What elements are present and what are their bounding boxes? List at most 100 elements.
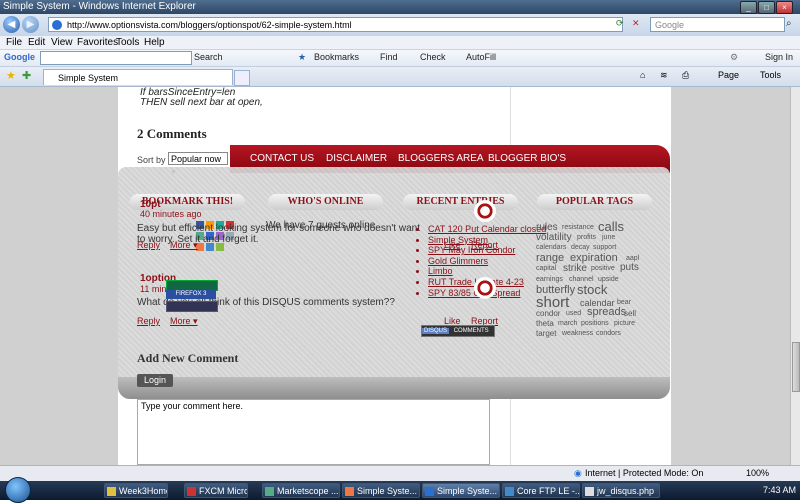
tab-simple-system[interactable]: Simple System — [43, 69, 233, 85]
recent-entry-4[interactable]: Gold Glimmers — [428, 256, 546, 267]
tag-used[interactable]: used — [566, 310, 581, 317]
taskbar-item-4-label: Simple Syste... — [357, 486, 418, 496]
star-icon[interactable]: ★ — [298, 52, 306, 63]
tag-march[interactable]: march — [558, 320, 577, 327]
add-favorite-icon[interactable]: ✚ — [22, 69, 31, 82]
tag-earnings[interactable]: earnings — [536, 276, 563, 283]
tag-spreads[interactable]: spreads — [587, 306, 626, 318]
zoom-level[interactable]: 100% — [746, 468, 769, 478]
firefox-badge[interactable]: FIREFOX 3 — [166, 290, 216, 299]
nav-blogger-bios[interactable]: BLOGGER BIO'S — [488, 153, 566, 164]
search-box[interactable]: Google — [650, 17, 785, 32]
tag-picture[interactable]: picture — [614, 320, 635, 327]
taskbar-item-7[interactable]: jw_disqus.php — [582, 483, 660, 498]
nav-contact-us[interactable]: CONTACT US — [250, 153, 314, 164]
comment-1-reply[interactable]: Reply — [137, 240, 160, 250]
vertical-scrollbar[interactable] — [790, 87, 800, 465]
signin-button[interactable]: Sign In — [765, 52, 793, 62]
menu-help[interactable]: Help — [144, 37, 165, 48]
sort-select[interactable]: Popular now ▾ — [168, 152, 228, 177]
find-button[interactable]: Find — [380, 52, 398, 62]
refresh-icon[interactable]: ⟳ — [616, 18, 624, 29]
tag-weakness[interactable]: weakness — [562, 330, 593, 337]
tag-bear[interactable]: bear — [617, 299, 631, 306]
menu-favorites[interactable]: Favorites — [77, 37, 118, 48]
page-menu[interactable]: Page — [718, 70, 739, 80]
bookmarks-button[interactable]: Bookmarks — [314, 52, 359, 62]
feeds-icon[interactable]: ≋ — [660, 70, 668, 81]
ie-icon — [425, 487, 434, 496]
reaction-icon-2[interactable] — [474, 277, 496, 299]
tag-sell[interactable]: sell — [624, 309, 636, 318]
report-link-1[interactable]: Report — [471, 240, 498, 250]
like-link-1[interactable]: Like — [444, 240, 461, 250]
back-button[interactable]: ◀ — [3, 16, 20, 33]
tag-volatility[interactable]: volatility — [536, 232, 572, 243]
comment-textarea[interactable]: Type your comment here. — [137, 399, 490, 465]
tag-decay[interactable]: decay — [571, 244, 590, 251]
taskbar-item-1[interactable]: Week3Home... — [104, 483, 168, 498]
tag-june[interactable]: june — [602, 234, 615, 241]
comment-1-more[interactable]: More ▾ — [170, 240, 198, 251]
tag-positions[interactable]: positions — [581, 320, 609, 327]
tag-theta[interactable]: theta — [536, 319, 554, 328]
comments-heading: 2 Comments — [137, 126, 207, 141]
nav-disclaimer[interactable]: DISCLAIMER — [326, 153, 387, 164]
tag-condor[interactable]: condor — [536, 309, 560, 318]
login-button[interactable]: Login — [137, 374, 173, 387]
disqus-badge[interactable]: DISQUS COMMENTS — [421, 325, 495, 337]
tag-resistance[interactable]: resistance — [562, 224, 594, 231]
tag-aapl[interactable]: aapl — [626, 255, 639, 262]
menu-tools[interactable]: Tools — [116, 37, 139, 48]
tag-capital[interactable]: capital — [536, 265, 556, 272]
home-icon[interactable]: ⌂ — [640, 70, 645, 80]
recent-entry-5[interactable]: Limbo — [428, 266, 546, 277]
minimize-button[interactable]: _ — [740, 1, 757, 14]
wrench-icon[interactable]: ⚙ — [730, 52, 738, 63]
start-button[interactable] — [5, 477, 31, 503]
address-bar[interactable]: http://www.optionsvista.com/bloggers/opt… — [48, 17, 623, 32]
nav-bloggers-area[interactable]: BLOGGERS AREA — [398, 153, 484, 164]
maximize-button[interactable]: □ — [758, 1, 775, 14]
taskbar-item-6[interactable]: Core FTP LE -... — [502, 483, 580, 498]
tag-support[interactable]: support — [593, 244, 616, 251]
tag-stock[interactable]: stock — [577, 282, 607, 297]
taskbar-item-2[interactable]: FXCM Micro ... — [184, 483, 248, 498]
autofill-button[interactable]: AutoFill — [466, 52, 496, 62]
print-icon[interactable]: ⎙ — [682, 70, 689, 81]
taskbar-item-3[interactable]: Marketscope ... — [262, 483, 340, 498]
tag-positive[interactable]: positive — [591, 265, 615, 272]
taskbar-item-4[interactable]: Simple Syste... — [342, 483, 420, 498]
tag-target[interactable]: target — [536, 329, 556, 338]
close-window-button[interactable]: × — [776, 1, 793, 14]
new-tab-button[interactable] — [234, 70, 250, 86]
reaction-icon-1[interactable] — [474, 200, 496, 222]
google-search-button[interactable]: Search — [194, 52, 223, 62]
tag-puts[interactable]: puts — [620, 262, 639, 273]
tag-range[interactable]: range — [536, 252, 564, 264]
google-search-input[interactable] — [40, 51, 192, 65]
forward-button[interactable]: ▶ — [22, 16, 39, 33]
comment-2-reply[interactable]: Reply — [137, 316, 160, 326]
recent-entry-1[interactable]: CAT 120 Put Calendar closed — [428, 224, 546, 235]
tag-profits[interactable]: profits — [577, 234, 596, 241]
tools-menu[interactable]: Tools — [760, 70, 781, 80]
tag-calendars[interactable]: calendars — [536, 244, 566, 251]
favorites-star-icon[interactable]: ★ — [6, 69, 16, 82]
document-icon — [585, 487, 594, 496]
search-icon[interactable]: ⌕ — [786, 18, 798, 30]
tag-calls[interactable]: calls — [598, 219, 624, 234]
scrollbar-thumb[interactable] — [792, 342, 800, 392]
menu-file[interactable]: File — [6, 37, 22, 48]
search-placeholder: Google — [655, 20, 685, 30]
stop-icon[interactable]: ✕ — [632, 18, 640, 29]
menu-view[interactable]: View — [51, 37, 73, 48]
menu-edit[interactable]: Edit — [28, 37, 45, 48]
taskbar-item-5[interactable]: Simple Syste... — [422, 483, 500, 498]
check-button[interactable]: Check — [420, 52, 446, 62]
tag-condors[interactable]: condors — [596, 330, 621, 337]
clock[interactable]: 7:43 AM — [763, 485, 796, 495]
login-label: Login — [143, 375, 167, 385]
tag-strike[interactable]: strike — [563, 263, 587, 274]
comment-2-more[interactable]: More ▾ — [170, 316, 198, 327]
